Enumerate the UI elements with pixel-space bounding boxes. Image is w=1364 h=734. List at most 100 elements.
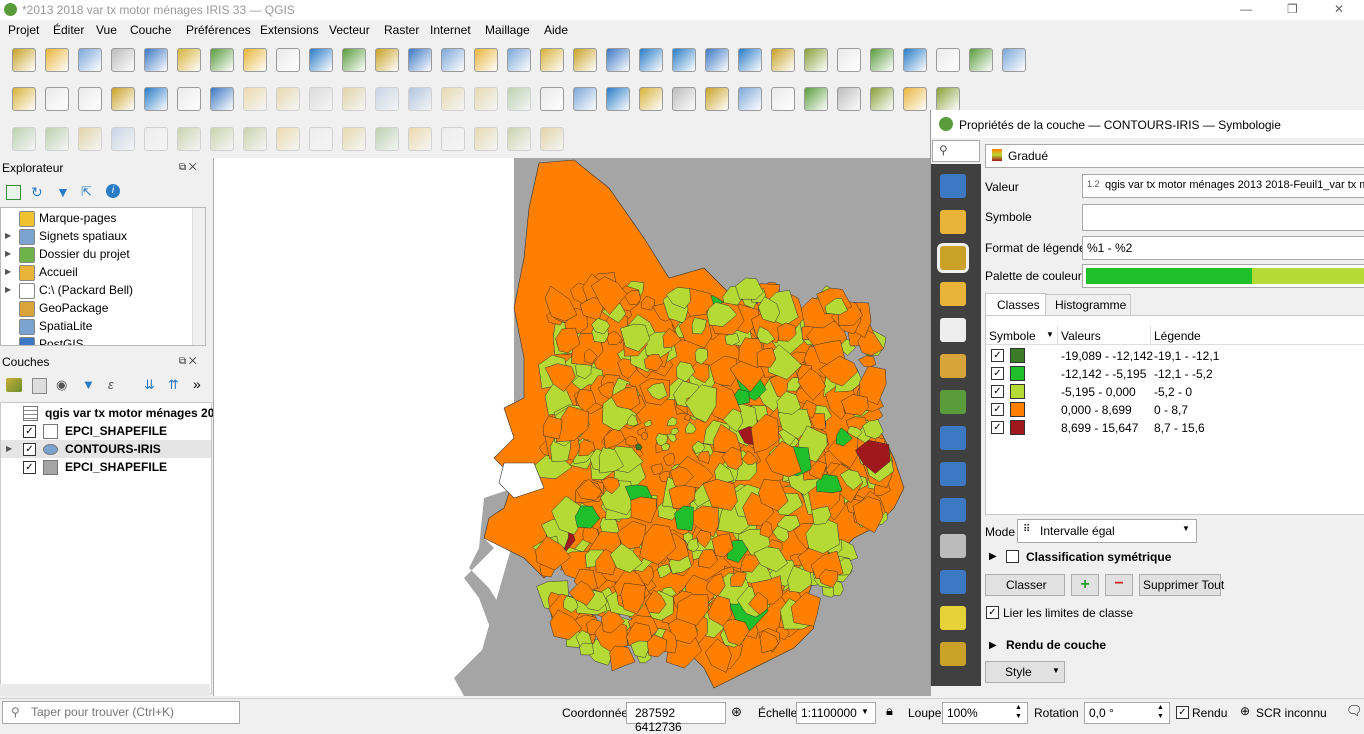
delete-all-button[interactable]: Supprimer Tout — [1139, 574, 1224, 596]
tab-histogramme[interactable]: Histogramme — [1045, 294, 1131, 316]
zoom-in-icon[interactable] — [276, 48, 300, 72]
class-values[interactable]: 0,000 - 8,699 — [1061, 403, 1132, 417]
zoom-next-icon[interactable] — [507, 48, 531, 72]
masks-icon[interactable] — [940, 318, 966, 342]
symbology-icon[interactable] — [937, 243, 969, 273]
identify-icon[interactable] — [804, 48, 828, 72]
class-color-swatch[interactable] — [1010, 402, 1025, 417]
temp-layer-icon[interactable] — [177, 87, 201, 111]
classify-button[interactable]: Classer — [985, 574, 1065, 596]
expression-filter-icon[interactable]: ε — [108, 377, 114, 392]
pan-icon[interactable] — [210, 48, 234, 72]
remove-class-button[interactable]: − — [1105, 574, 1133, 596]
filter-icon[interactable]: ▼ — [56, 184, 70, 200]
add-class-button[interactable]: + — [1071, 574, 1099, 596]
layers-panel-buttons[interactable]: ⧉ ✕ — [179, 356, 197, 367]
layer-visibility-checkbox[interactable]: ✓ — [23, 461, 36, 474]
temporal-icon[interactable] — [639, 48, 663, 72]
style-manager-icon[interactable] — [177, 48, 201, 72]
digitize-icon[interactable] — [111, 87, 135, 111]
expand-rendering-icon[interactable]: ▶ — [989, 640, 997, 651]
statistics-icon[interactable] — [837, 48, 861, 72]
zoom-native-icon[interactable] — [441, 48, 465, 72]
tab-classes[interactable]: Classes — [985, 293, 1047, 316]
display-icon[interactable] — [940, 606, 966, 630]
class-checkbox[interactable]: ✓ — [991, 403, 1004, 416]
offset-icon[interactable] — [210, 127, 234, 151]
advanced-digitizing-icon[interactable] — [12, 127, 36, 151]
locator-search[interactable]: ⚲ — [2, 701, 240, 724]
add-selected-icon[interactable] — [6, 185, 21, 200]
mode-select[interactable]: ⠿ Intervalle égal ▼ — [1017, 519, 1197, 543]
menu-extensions[interactable]: Extensions — [260, 23, 319, 37]
new-bookmark-icon[interactable] — [540, 48, 564, 72]
mesh-layer-icon[interactable] — [210, 87, 234, 111]
link-boundaries-checkbox[interactable]: ✓ — [986, 606, 999, 619]
map-tips-icon[interactable] — [606, 48, 630, 72]
cut-icon[interactable] — [375, 87, 399, 111]
open-styling-icon[interactable] — [6, 378, 22, 392]
class-legend[interactable]: -19,1 - -12,1 — [1154, 349, 1219, 363]
pencil-icon[interactable] — [243, 87, 267, 111]
copy-icon[interactable] — [408, 87, 432, 111]
select-features-icon[interactable] — [705, 48, 729, 72]
class-row[interactable]: ✓ 0,000 - 8,699 0 - 8,7 — [986, 400, 1364, 418]
symmetric-checkbox[interactable] — [1006, 550, 1019, 563]
class-row[interactable]: ✓ 8,699 - 15,647 8,7 - 15,6 — [986, 418, 1364, 436]
explorer-item[interactable]: GeoPackage — [1, 299, 191, 317]
menu-couche[interactable]: Couche — [130, 23, 171, 37]
attributes-form-icon[interactable] — [940, 462, 966, 486]
vertex-tool-icon[interactable] — [342, 87, 366, 111]
add-feature-icon[interactable] — [309, 87, 333, 111]
expand-all-icon[interactable]: ⇊ — [144, 377, 155, 393]
expand-arrow-icon[interactable]: ▶ — [5, 249, 11, 258]
class-checkbox[interactable]: ✓ — [991, 421, 1004, 434]
help-icon[interactable] — [936, 87, 960, 111]
diagram-icon[interactable] — [573, 87, 597, 111]
reshape-icon[interactable] — [177, 127, 201, 151]
toggle-extents-icon[interactable]: ⊛ — [731, 704, 742, 720]
refresh-icon[interactable] — [672, 48, 696, 72]
menu-maillage[interactable]: Maillage — [485, 23, 530, 37]
expand-arrow-icon[interactable]: ▶ — [989, 551, 997, 562]
class-row[interactable]: ✓ -19,089 - -12,142 -19,1 - -12,1 — [986, 346, 1364, 364]
zoom-out-icon[interactable] — [309, 48, 333, 72]
label-rotate-icon[interactable] — [738, 87, 762, 111]
class-legend[interactable]: -12,1 - -5,2 — [1154, 367, 1213, 381]
messages-icon[interactable]: 🗨︎ — [1346, 703, 1363, 719]
crs-icon[interactable]: ⊕ — [1240, 704, 1250, 718]
menu-editer[interactable]: Éditer — [53, 23, 84, 37]
expand-arrow-icon[interactable]: ▶ — [6, 444, 12, 453]
label-abc-icon[interactable] — [540, 87, 564, 111]
open-project-icon[interactable] — [45, 48, 69, 72]
menu-aide[interactable]: Aide — [544, 23, 568, 37]
label-red-icon[interactable] — [639, 87, 663, 111]
class-color-swatch[interactable] — [1010, 348, 1025, 363]
new-geopackage-icon[interactable] — [45, 87, 69, 111]
expand-arrow-icon[interactable]: ▶ — [5, 231, 11, 240]
map-svg[interactable] — [214, 158, 931, 696]
collapse-all-layers-icon[interactable]: ⇈ — [168, 377, 179, 393]
label-pin-icon[interactable] — [606, 87, 630, 111]
save-edits-icon[interactable] — [276, 87, 300, 111]
auxiliary-storage-icon[interactable] — [940, 534, 966, 558]
undo-icon[interactable] — [474, 87, 498, 111]
split-parts-icon[interactable] — [408, 127, 432, 151]
more-tools-icon[interactable]: » — [193, 376, 201, 392]
fields-icon[interactable] — [940, 426, 966, 450]
measure-icon[interactable] — [936, 48, 960, 72]
add-ring-icon[interactable] — [45, 127, 69, 151]
collapse-all-icon[interactable]: ⇱ — [81, 184, 92, 200]
magnifier-field[interactable]: 100% ▲ ▼ — [942, 702, 1028, 724]
fill-ring-icon[interactable] — [78, 127, 102, 151]
label-move-icon[interactable] — [705, 87, 729, 111]
info-icon[interactable]: i — [106, 184, 120, 198]
save-as-icon[interactable] — [111, 48, 135, 72]
datasource-manager-icon[interactable] — [12, 87, 36, 111]
rotation-spin-icon[interactable]: ▲ ▼ — [1157, 703, 1164, 721]
deselect-icon[interactable] — [771, 48, 795, 72]
layer-row[interactable]: ✓ EPCI_SHAPEFILE — [1, 422, 211, 440]
renderer-select[interactable]: Gradué — [985, 144, 1364, 168]
actions-icon[interactable] — [940, 570, 966, 594]
class-legend[interactable]: -5,2 - 0 — [1154, 385, 1192, 399]
